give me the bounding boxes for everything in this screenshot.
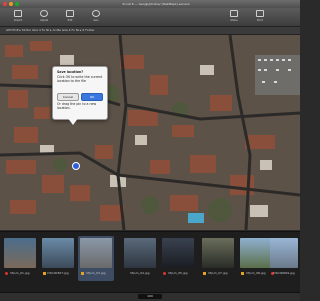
thumbnail-caption: M(sm_03.jpg xyxy=(86,271,106,275)
popover-message: Click OK to write the current location t… xyxy=(57,75,103,83)
thumbnail-caption: M(sm_05.jpg xyxy=(168,271,188,275)
filmstrip: M(sm_01.jpg DSC00367.jpg M(sm_03.jpg M(s… xyxy=(0,231,300,292)
thumbnail-item[interactable]: M(sm_04.jpg xyxy=(122,236,158,281)
map-view[interactable] xyxy=(0,35,300,230)
cancel-button[interactable]: Cancel xyxy=(57,93,79,101)
thumbnail-caption: M(sm_07.jpg xyxy=(208,271,228,275)
zoom-value[interactable]: 100 xyxy=(138,294,162,299)
thumbnail-image[interactable] xyxy=(270,238,298,268)
thumbnail-image[interactable] xyxy=(124,238,156,268)
location-pin[interactable] xyxy=(72,162,80,170)
adjust-label: Adjust xyxy=(40,19,48,22)
thumbnail-caption: M(sm_01.jpg xyxy=(10,271,30,275)
geo-label: Geo xyxy=(93,19,99,22)
print-icon xyxy=(256,10,264,17)
print-label: Print xyxy=(257,19,263,22)
thumbnail-item[interactable]: M(sm_07.jpg xyxy=(200,236,236,281)
close-window-button[interactable] xyxy=(3,2,7,6)
thumbnail-item[interactable]: DSC00367.jpg xyxy=(40,236,76,281)
geo-button[interactable]: Geo xyxy=(86,9,106,25)
import-icon xyxy=(14,10,22,17)
thumbnail-item-selected[interactable]: M(sm_03.jpg xyxy=(78,236,114,281)
thumbnail-item[interactable]: M(sm_05.jpg xyxy=(160,236,196,281)
adjust-icon xyxy=(40,10,48,17)
thumbnail-image[interactable] xyxy=(4,238,36,268)
thumbnail-item[interactable]: M(sm_01.jpg xyxy=(2,236,38,281)
ok-button[interactable]: OK xyxy=(81,93,103,101)
edit-icon xyxy=(66,10,74,17)
popover-arrow xyxy=(67,117,79,125)
thumbnail-image[interactable] xyxy=(202,238,234,268)
popover-hint: Or drag the pin to a new location. xyxy=(57,102,97,110)
window-title: Scout 6 — Geo/jp/photos/ (TestMaps) serv… xyxy=(122,2,190,6)
thumbnail-image[interactable] xyxy=(80,238,112,268)
save-location-popover: Save location? Click OK to write the cur… xyxy=(52,66,108,120)
toolbar: Import Adjust Edit Geo Share Print xyxy=(0,8,300,27)
print-button[interactable]: Print xyxy=(250,9,270,25)
import-label: Import xyxy=(13,19,23,22)
path-bar: GEOTOP ▸ Mi Rio Gila 4 Fo Ni ▸ Al Me Gil… xyxy=(0,27,300,35)
thumbnail-caption: DSC00069.jpg xyxy=(273,271,295,275)
minimize-window-button[interactable] xyxy=(9,2,13,6)
import-button[interactable]: Import xyxy=(8,9,28,25)
share-label: Share xyxy=(230,19,238,22)
share-icon xyxy=(230,10,238,17)
satellite-map-image[interactable] xyxy=(0,35,300,230)
zoom-window-button[interactable] xyxy=(15,2,19,6)
thumbnail-item[interactable]: DSC00069.jpg xyxy=(268,236,300,281)
edit-label: Edit xyxy=(67,19,73,22)
thumbnail-caption: DSC00367.jpg xyxy=(47,271,69,275)
popover-title: Save location? xyxy=(57,70,84,74)
share-button[interactable]: Share xyxy=(224,9,244,25)
edit-button[interactable]: Edit xyxy=(60,9,80,25)
thumbnail-caption: M(sm_04.jpg xyxy=(130,271,150,275)
thumbnail-image[interactable] xyxy=(42,238,74,268)
geo-icon xyxy=(92,10,100,17)
breadcrumb[interactable]: GEOTOP ▸ Mi Rio Gila 4 Fo Ni ▸ Al Me Gil… xyxy=(6,27,95,34)
thumbnail-image[interactable] xyxy=(162,238,194,268)
adjust-button[interactable]: Adjust xyxy=(34,9,54,25)
